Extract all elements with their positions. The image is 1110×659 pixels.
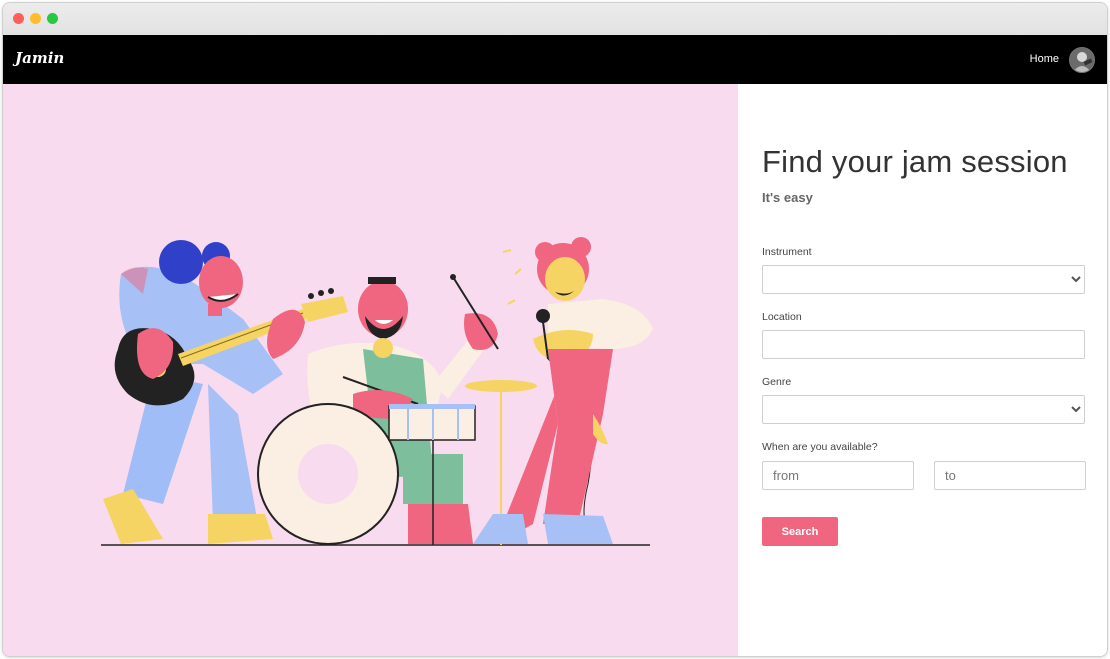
brand-logo[interactable]: Jamin — [15, 49, 64, 67]
navbar: Jamin Home — [3, 35, 1107, 84]
genre-select-wrapper: ⌵ — [762, 395, 1085, 424]
instrument-select-wrapper: ⌵ — [762, 265, 1085, 294]
instrument-select[interactable] — [762, 265, 1085, 294]
window-titlebar — [3, 3, 1107, 36]
user-avatar-icon[interactable] — [1069, 47, 1095, 73]
location-label: Location — [762, 311, 802, 323]
genre-label: Genre — [762, 376, 792, 388]
nav-home-link[interactable]: Home — [1030, 53, 1059, 65]
genre-select[interactable] — [762, 395, 1085, 424]
band-illustration — [101, 237, 653, 546]
search-form-panel: Find your jam session It's easy Instrume… — [738, 84, 1107, 656]
maximize-window-button[interactable] — [47, 13, 58, 24]
location-input[interactable] — [762, 330, 1085, 359]
minimize-window-button[interactable] — [30, 13, 41, 24]
availability-from-input[interactable] — [762, 461, 914, 490]
browser-window: Jamin Home Find your jam session It's ea… — [2, 2, 1108, 657]
instrument-label: Instrument — [762, 246, 812, 258]
page-title: Find your jam session — [762, 144, 1068, 179]
search-button[interactable]: Search — [762, 517, 838, 546]
hero-illustration-panel — [3, 84, 738, 656]
availability-to-input[interactable] — [934, 461, 1086, 490]
availability-label: When are you available? — [762, 441, 878, 453]
page-subtitle: It's easy — [762, 190, 813, 205]
close-window-button[interactable] — [13, 13, 24, 24]
